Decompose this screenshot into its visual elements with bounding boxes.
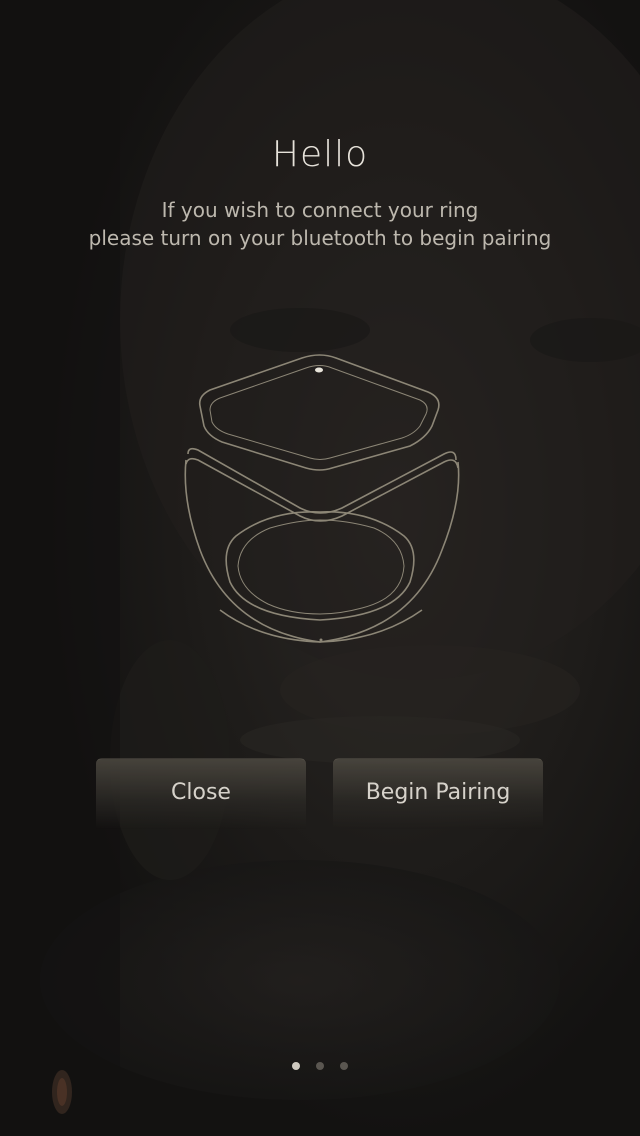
page-title: Hello [271,134,369,175]
page-indicator [0,1062,640,1070]
subtitle-line-1: If you wish to connect your ring [161,198,479,222]
subtitle-line-2: please turn on your bluetooth to begin p… [88,226,552,250]
ring-icon [180,350,462,650]
begin-pairing-button[interactable]: Begin Pairing [333,758,543,829]
page-dot-3[interactable] [340,1062,348,1070]
page-dot-2[interactable] [316,1062,324,1070]
close-button[interactable]: Close [96,758,306,829]
page-dot-1[interactable] [292,1062,300,1070]
